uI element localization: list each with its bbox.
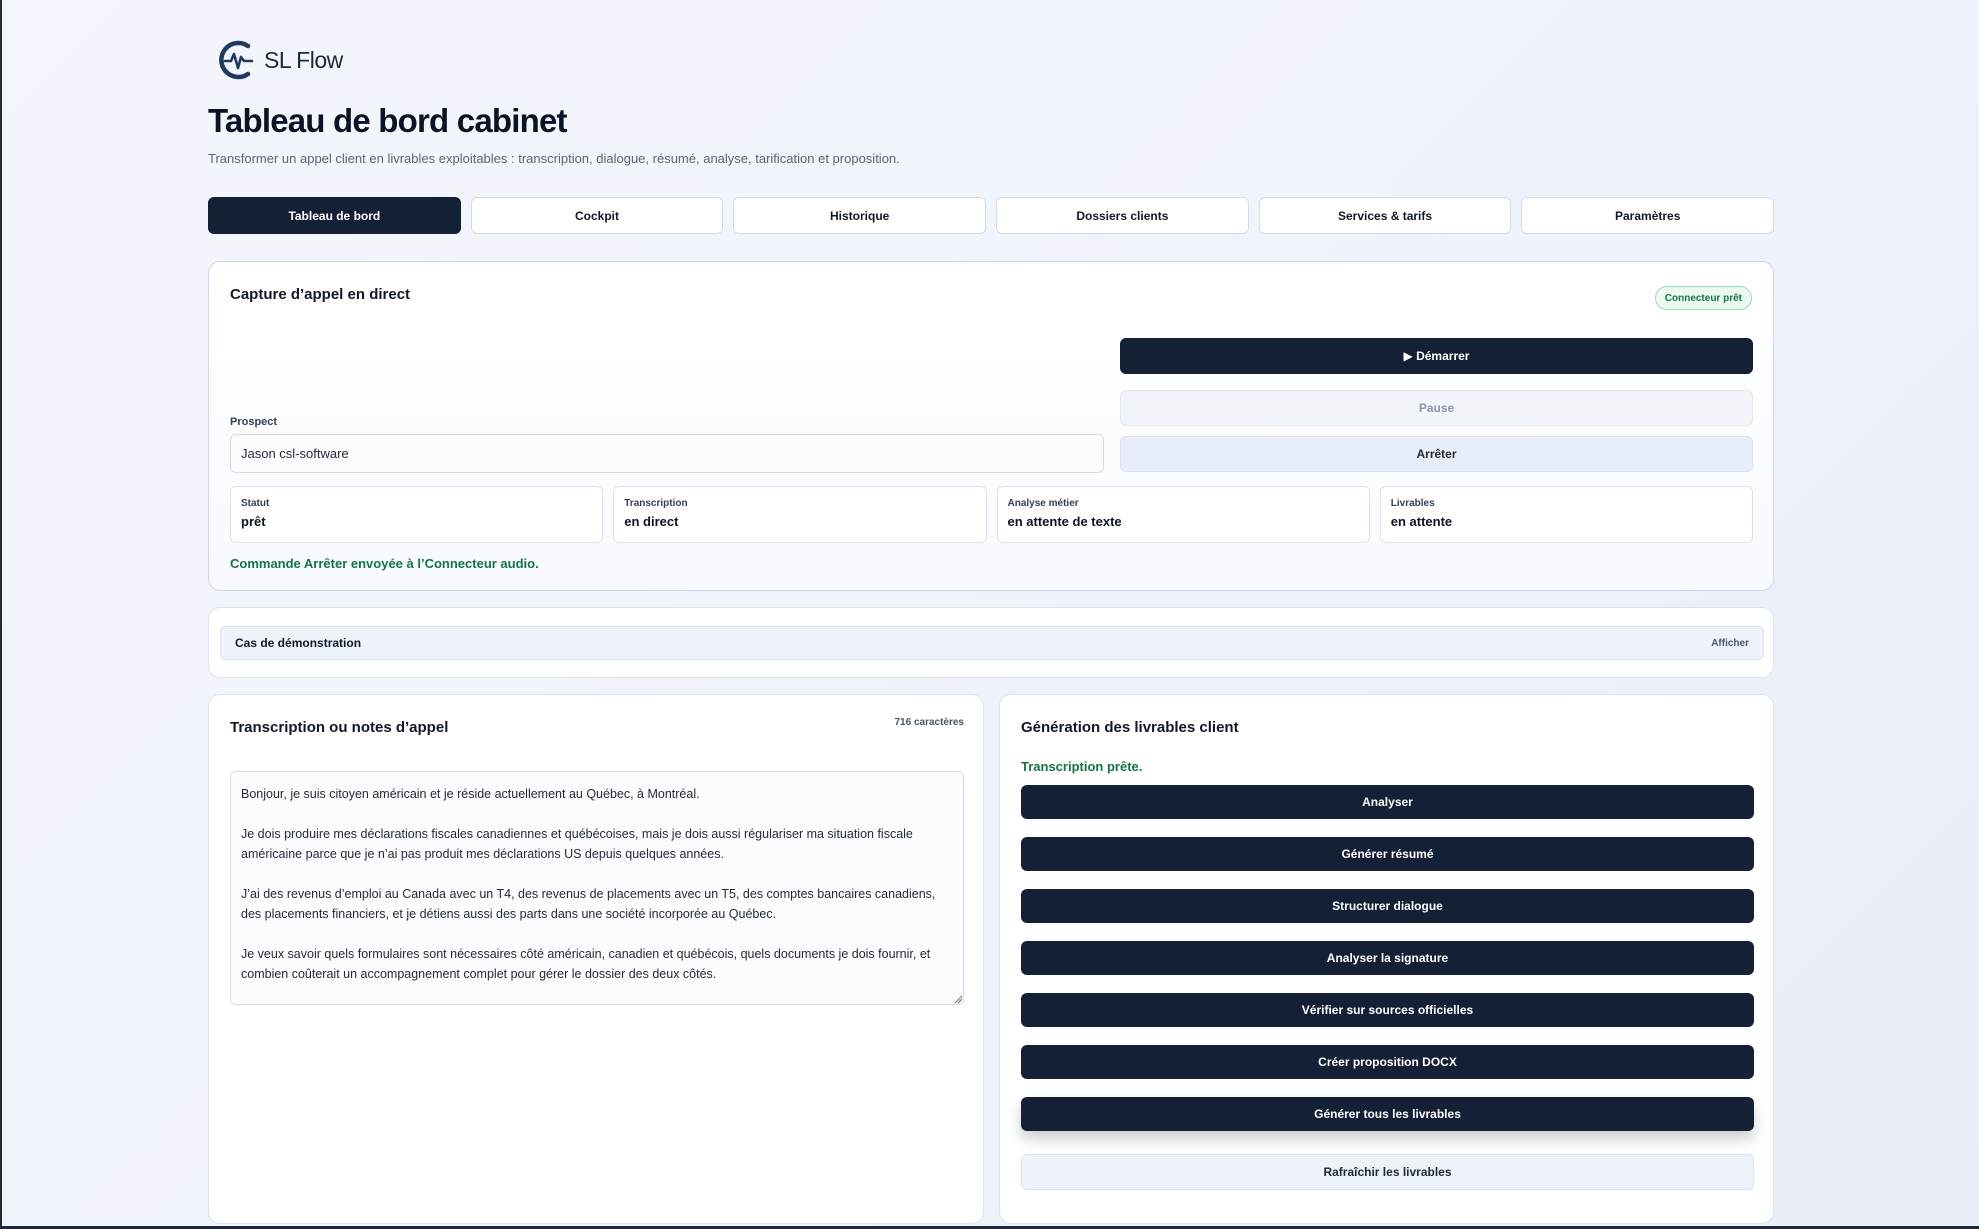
brand-name: SL Flow <box>264 46 343 73</box>
stat-label: Analyse métier <box>1007 498 1079 509</box>
character-count: 716 caractères <box>894 717 964 728</box>
transcript-panel: Transcription ou notes d’appel 716 carac… <box>208 694 984 1224</box>
tab-dossiers-clients[interactable]: Dossiers clients <box>996 197 1249 234</box>
connector-status-badge: Connecteur prêt <box>1654 286 1752 310</box>
brand[interactable]: SL Flow <box>216 36 343 84</box>
stat-label: Transcription <box>624 498 688 509</box>
deliverables-status: Transcription prête. <box>1021 759 1143 774</box>
transcript-textarea[interactable]: Bonjour, je suis citoyen américain et je… <box>230 771 964 1005</box>
window-left-border <box>0 0 2 1229</box>
tab-cockpit[interactable]: Cockpit <box>470 197 724 234</box>
capture-notice: Commande Arrêter envoyée à l’Connecteur … <box>230 556 539 571</box>
stat-transcription: Transcription en direct <box>613 486 987 543</box>
create-docx-proposal-button[interactable]: Créer proposition DOCX <box>1021 1045 1754 1079</box>
analyze-button[interactable]: Analyser <box>1021 785 1754 819</box>
demo-cases-toggle[interactable]: Cas de démonstration Afficher <box>220 626 1764 660</box>
stat-label: Statut <box>241 498 270 509</box>
capture-title: Capture d’appel en direct <box>230 286 411 303</box>
start-button[interactable]: ▶ Démarrer <box>1120 338 1753 374</box>
verify-official-sources-button[interactable]: Vérifier sur sources officielles <box>1021 993 1754 1027</box>
demo-cases-panel: Cas de démonstration Afficher <box>208 607 1774 678</box>
pause-button[interactable]: Pause <box>1120 390 1753 426</box>
page-subtitle: Transformer un appel client en livrables… <box>208 151 900 166</box>
tab-historique[interactable]: Historique <box>733 197 987 234</box>
stat-label: Livrables <box>1390 498 1435 509</box>
stat-livrables: Livrables en attente <box>1379 486 1753 543</box>
stat-value: en attente de texte <box>1007 514 1122 529</box>
analyze-signature-button[interactable]: Analyser la signature <box>1021 941 1754 975</box>
transcript-title: Transcription ou notes d’appel <box>230 719 449 736</box>
stop-button[interactable]: Arrêter <box>1120 436 1753 472</box>
tab-tableau-de-bord[interactable]: Tableau de bord <box>208 197 461 234</box>
deliverables-panel: Génération des livrables client Transcri… <box>999 694 1774 1224</box>
deliverables-actions: Analyser Générer résumé Structurer dialo… <box>1021 785 1754 1149</box>
demo-show-toggle[interactable]: Afficher <box>1711 638 1749 649</box>
structure-dialogue-button[interactable]: Structurer dialogue <box>1021 889 1754 923</box>
stat-value: en attente <box>1390 514 1453 529</box>
capture-stats: Statut prêt Transcription en direct Anal… <box>230 486 1753 543</box>
stat-value: en direct <box>624 514 679 529</box>
main-tabs: Tableau de bord Cockpit Historique Dossi… <box>208 197 1775 234</box>
stat-value: prêt <box>241 514 266 529</box>
prospect-input[interactable] <box>230 434 1104 473</box>
resize-grip-icon[interactable] <box>954 995 963 1004</box>
tab-parametres[interactable]: Paramètres <box>1521 197 1775 234</box>
prospect-label: Prospect <box>230 416 278 428</box>
refresh-deliverables-button[interactable]: Rafraîchir les livrables <box>1021 1154 1754 1190</box>
stat-statut: Statut prêt <box>230 486 604 543</box>
tab-services-tarifs[interactable]: Services & tarifs <box>1258 197 1512 234</box>
live-call-capture-panel: Capture d’appel en direct Connecteur prê… <box>208 261 1774 591</box>
generate-all-deliverables-button[interactable]: Générer tous les livrables <box>1021 1097 1754 1131</box>
pulse-c-logo-icon <box>219 40 254 80</box>
generate-summary-button[interactable]: Générer résumé <box>1021 837 1754 871</box>
stat-analyse-metier: Analyse métier en attente de texte <box>996 486 1370 543</box>
deliverables-title: Génération des livrables client <box>1021 719 1239 736</box>
demo-cases-title: Cas de démonstration <box>235 636 362 650</box>
page-title: Tableau de bord cabinet <box>208 102 568 139</box>
